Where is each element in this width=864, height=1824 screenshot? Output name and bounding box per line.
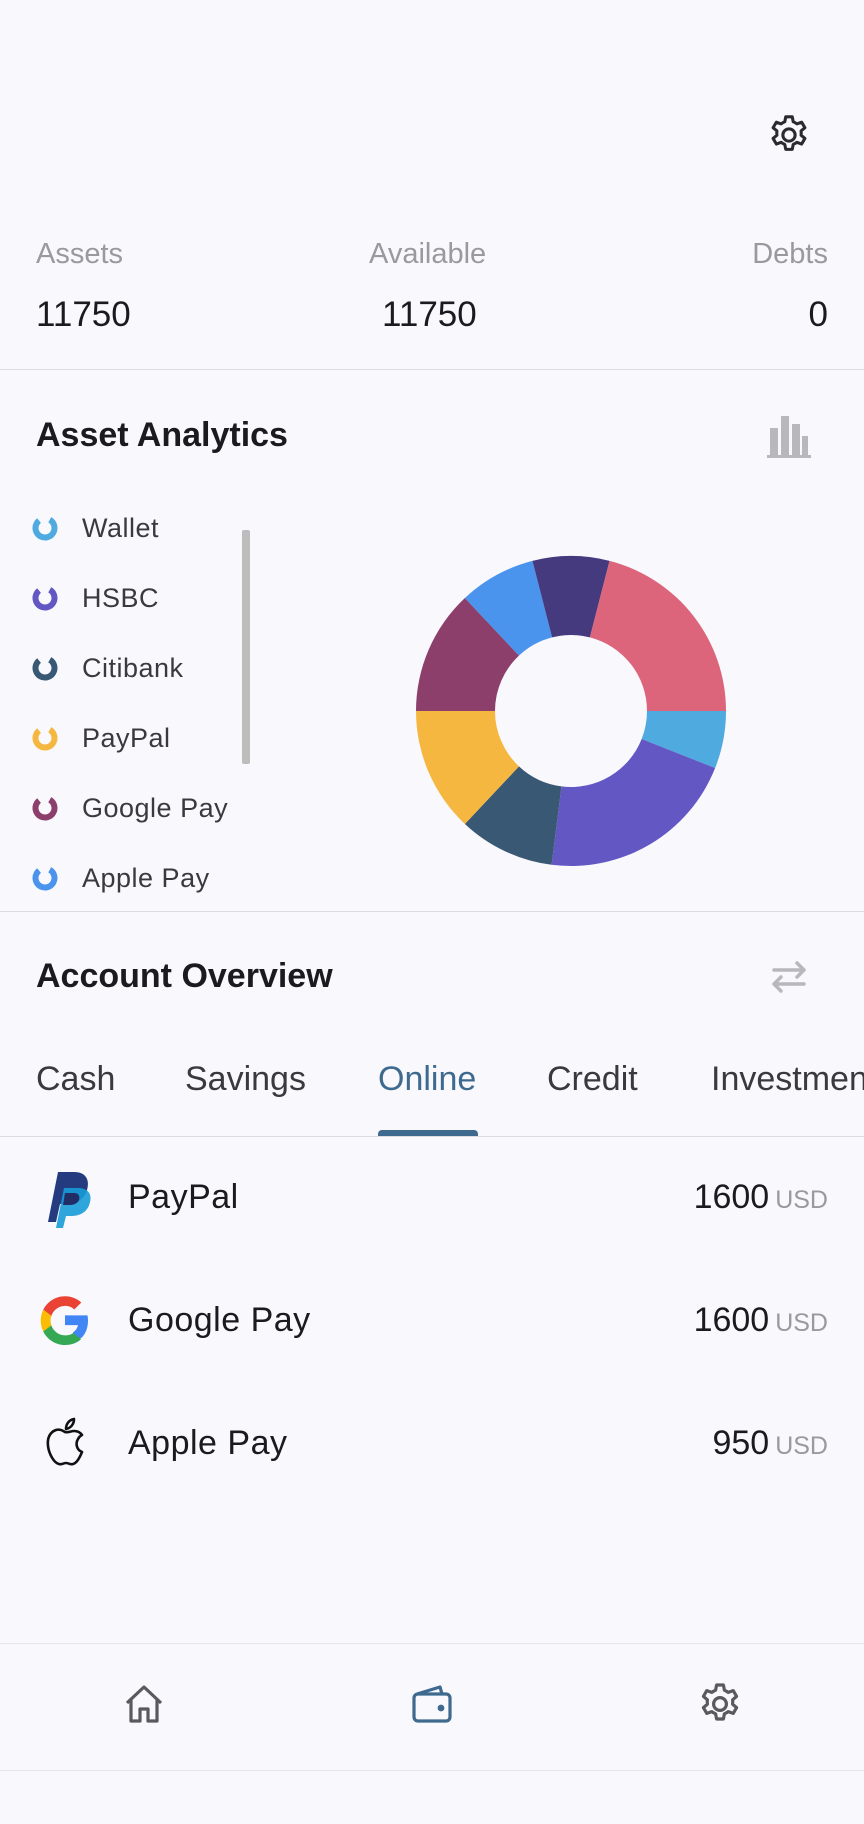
debts-summary: Debts 0 <box>752 238 828 335</box>
available-label: Available <box>369 238 487 270</box>
tab-investments[interactable]: Investmen <box>711 1060 864 1099</box>
nav-home[interactable] <box>114 1674 174 1734</box>
account-value: 950 <box>712 1424 770 1462</box>
bar-chart-icon <box>767 416 811 458</box>
legend-item[interactable]: Google Pay <box>30 788 270 828</box>
account-name: Google Pay <box>128 1301 311 1339</box>
debts-value: 0 <box>808 295 828 334</box>
account-currency: USD <box>775 1432 828 1460</box>
assets-value: 11750 <box>36 295 131 334</box>
bottom-navigation <box>0 1643 864 1771</box>
asset-donut-chart <box>416 556 726 866</box>
account-currency: USD <box>775 1186 828 1214</box>
legend-item[interactable]: Apple Pay <box>30 858 270 898</box>
donut-mini-icon <box>32 725 58 751</box>
donut-mini-icon <box>32 655 58 681</box>
legend-item[interactable]: PayPal <box>30 718 270 758</box>
nav-settings[interactable] <box>690 1674 750 1734</box>
available-value: 11750 <box>382 295 477 334</box>
legend-label: Google Pay <box>82 792 229 823</box>
divider <box>0 1136 864 1137</box>
account-value: 1600 <box>693 1178 770 1216</box>
donut-mini-icon <box>32 795 58 821</box>
account-currency: USD <box>775 1309 828 1337</box>
gear-icon <box>771 115 807 151</box>
legend-item[interactable]: HSBC <box>30 578 270 618</box>
legend-scrollbar[interactable] <box>242 530 250 764</box>
legend-label: PayPal <box>82 722 171 753</box>
apple-logo-icon <box>46 1417 84 1466</box>
account-tabs: Cash Savings Online Credit Investmen <box>0 1040 864 1136</box>
donut-mini-icon <box>32 865 58 891</box>
account-amount: 950 USD <box>712 1424 828 1463</box>
analytics-title: Asset Analytics <box>36 416 288 454</box>
debts-label: Debts <box>752 238 828 270</box>
tab-savings[interactable]: Savings <box>185 1060 306 1099</box>
account-amount: 1600 USD <box>694 1301 828 1340</box>
swap-arrows-icon <box>772 961 806 993</box>
analytics-chart-button[interactable] <box>764 412 814 462</box>
donut-slice <box>589 560 726 711</box>
account-name: PayPal <box>128 1178 239 1216</box>
account-name: Apple Pay <box>128 1424 288 1462</box>
overview-title: Account Overview <box>36 957 333 995</box>
legend-label: Apple Pay <box>82 862 210 893</box>
account-row-apple-pay[interactable]: Apple Pay 950 USD <box>0 1388 864 1498</box>
paypal-logo-icon <box>48 1172 91 1228</box>
legend-label: HSBC <box>82 582 160 613</box>
divider <box>0 911 864 912</box>
donut-mini-icon <box>32 585 58 611</box>
gear-icon <box>701 1683 739 1721</box>
legend-label: Citibank <box>82 652 184 683</box>
assets-summary: Assets 11750 <box>36 238 131 335</box>
legend-item[interactable]: Wallet <box>30 508 270 548</box>
wallet-icon <box>412 1685 452 1723</box>
legend-item[interactable]: Citibank <box>30 648 270 688</box>
donut-mini-icon <box>32 515 58 541</box>
account-amount: 1600 USD <box>694 1178 828 1217</box>
tab-online[interactable]: Online <box>378 1060 476 1099</box>
nav-wallet[interactable] <box>402 1674 462 1734</box>
assets-label: Assets <box>36 238 124 270</box>
legend-label: Wallet <box>82 512 160 543</box>
home-icon <box>125 1685 163 1723</box>
settings-button[interactable] <box>762 108 816 162</box>
account-value: 1600 <box>693 1301 770 1339</box>
account-row-google-pay[interactable]: Google Pay 1600 USD <box>0 1265 864 1375</box>
google-logo-icon <box>40 1296 88 1345</box>
available-summary: Available 11750 <box>369 238 486 335</box>
account-row-paypal[interactable]: PayPal 1600 USD <box>0 1142 864 1252</box>
tab-credit[interactable]: Credit <box>547 1060 638 1099</box>
transfer-button[interactable] <box>764 952 814 1002</box>
tab-cash[interactable]: Cash <box>36 1060 115 1099</box>
divider <box>0 369 864 370</box>
